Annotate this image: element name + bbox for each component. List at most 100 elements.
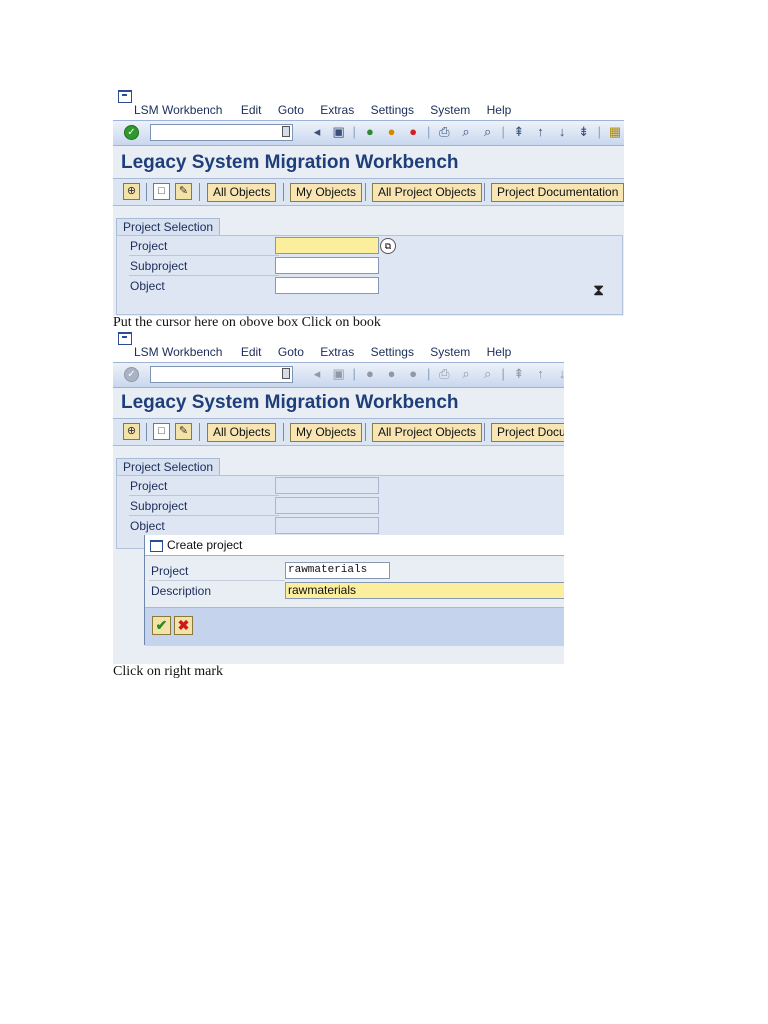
previous-page-icon[interactable]: ↑ — [533, 124, 549, 139]
last-page-icon[interactable]: ⇟ — [576, 124, 592, 140]
menu-extras[interactable]: Extras — [320, 103, 354, 117]
exit-icon: ● — [387, 366, 396, 381]
next-page-icon[interactable]: ↓ — [554, 124, 570, 139]
all-project-objects-button[interactable]: All Project Objects — [372, 423, 483, 442]
subproject-input[interactable] — [275, 257, 379, 274]
enter-checkmark-icon: ✓ — [124, 367, 139, 382]
all-objects-button[interactable]: All Objects — [207, 423, 277, 442]
dialog-project-input[interactable]: rawmaterials — [285, 562, 390, 579]
menu-lsm-workbench[interactable]: LSM Workbench — [134, 345, 222, 359]
create-session-icon[interactable]: ▦ — [607, 124, 623, 140]
standard-toolbar: ✓ ◂ ▣ | ● ● ● | ⎙ ⌕ ⌕ | ⇞ ↑ ↓ — [113, 362, 564, 388]
change-pencil-icon[interactable]: ✎ — [175, 183, 192, 200]
project-selection-frame: Project Subproject Object ⧉ — [116, 235, 623, 315]
toolbar-separator: | — [597, 124, 602, 139]
project-input[interactable] — [275, 237, 379, 254]
application-toolbar: ⊕ □ ✎ All Objects My Objects All Project… — [113, 418, 564, 446]
find-icon[interactable]: ⌕ — [458, 124, 474, 140]
back-icon[interactable]: ● — [362, 124, 378, 139]
menu-settings[interactable]: Settings — [371, 103, 414, 117]
command-field[interactable] — [150, 124, 293, 141]
find-next-icon[interactable]: ⌕ — [480, 124, 496, 140]
create-project-dialog: Create project Project Description rawma… — [144, 535, 564, 646]
menu-help[interactable]: Help — [487, 103, 512, 117]
print-icon[interactable]: ⎙ — [436, 124, 452, 140]
row-divider — [129, 515, 279, 516]
command-field — [150, 366, 293, 383]
create-document-icon[interactable]: □ — [153, 183, 170, 200]
hourglass-icon: ⧗ — [593, 282, 605, 299]
back-arrow-icon[interactable]: ◂ — [309, 124, 325, 140]
dialog-description-label: Description — [151, 584, 212, 598]
menu-system[interactable]: System — [430, 345, 470, 359]
menu-goto[interactable]: Goto — [278, 345, 304, 359]
separator — [365, 183, 366, 201]
next-page-icon: ↓ — [558, 366, 564, 381]
menu-system[interactable]: System — [430, 103, 470, 117]
search-help-book-icon[interactable]: ⧉ — [380, 238, 396, 254]
menu-bar: LSM Workbench Edit Goto Extras Settings … — [113, 88, 624, 120]
caption-second: Click on right mark — [113, 664, 224, 679]
separator — [199, 183, 200, 201]
all-project-objects-button[interactable]: All Project Objects — [372, 183, 483, 202]
caption-first: Put the cursor here on obove box Click o… — [113, 315, 381, 330]
screen-title: Legacy System Migration Workbench — [121, 152, 459, 173]
menu-settings[interactable]: Settings — [371, 345, 414, 359]
toolbar-separator: | — [427, 124, 431, 139]
menu-goto[interactable]: Goto — [278, 103, 304, 117]
menu-bar: LSM Workbench Edit Goto Extras Settings … — [113, 330, 564, 362]
change-pencil-icon[interactable]: ✎ — [175, 423, 192, 440]
cancel-icon[interactable]: ● — [405, 124, 421, 139]
project-documentation-button[interactable]: Project Docu — [491, 423, 564, 442]
object-label: Object — [130, 519, 165, 533]
my-objects-button[interactable]: My Objects — [290, 423, 363, 442]
save-icon[interactable]: ▣ — [331, 124, 347, 140]
project-documentation-button[interactable]: Project Documentation — [491, 183, 624, 202]
execute-icon[interactable]: ⊕ — [123, 183, 140, 200]
separator — [146, 423, 147, 441]
create-document-icon[interactable]: □ — [153, 423, 170, 440]
project-selection-frame-title: Project Selection — [116, 218, 221, 236]
back-arrow-icon: ◂ — [313, 366, 321, 381]
dialog-project-label: Project — [151, 564, 189, 578]
menu-lsm-workbench[interactable]: LSM Workbench — [134, 103, 222, 117]
command-dropdown-icon[interactable] — [282, 126, 290, 137]
separator — [199, 423, 200, 441]
all-objects-button[interactable]: All Objects — [207, 183, 277, 202]
object-input — [275, 517, 379, 534]
first-page-icon[interactable]: ⇞ — [511, 124, 527, 140]
project-label: Project — [130, 239, 168, 253]
separator — [484, 183, 485, 201]
exit-icon[interactable]: ● — [384, 124, 400, 139]
window-menu-icon[interactable] — [118, 90, 132, 103]
command-dropdown-icon — [282, 368, 290, 379]
row-divider — [129, 255, 279, 256]
window-menu-icon[interactable] — [118, 332, 132, 345]
cancel-x-icon[interactable]: ✖ — [174, 616, 193, 635]
dialog-title: Create project — [167, 538, 243, 552]
row-divider — [129, 275, 279, 276]
sap-screenshot-create-project: LSM Workbench Edit Goto Extras Settings … — [113, 330, 564, 664]
enter-checkmark-icon[interactable]: ✓ — [124, 125, 139, 140]
separator — [484, 423, 485, 441]
checkmark-icon[interactable]: ✔ — [152, 616, 171, 635]
object-input[interactable] — [275, 277, 379, 294]
menu-help[interactable]: Help — [487, 345, 512, 359]
dialog-description-input[interactable]: rawmaterials — [285, 582, 564, 599]
menu-edit[interactable]: Edit — [241, 103, 262, 117]
row-divider — [149, 580, 285, 581]
execute-icon[interactable]: ⊕ — [123, 423, 140, 440]
menu-edit[interactable]: Edit — [241, 345, 262, 359]
subproject-label: Subproject — [130, 499, 188, 513]
save-icon: ▣ — [332, 366, 345, 381]
my-objects-button[interactable]: My Objects — [290, 183, 363, 202]
toolbar-separator: | — [427, 366, 431, 381]
first-page-icon: ⇞ — [513, 366, 525, 381]
application-toolbar: ⊕ □ ✎ All Objects My Objects All Project… — [113, 178, 624, 206]
toolbar-separator: | — [352, 366, 356, 381]
menu-extras[interactable]: Extras — [320, 345, 354, 359]
subproject-input — [275, 497, 379, 514]
print-icon: ⎙ — [439, 366, 450, 381]
subproject-label: Subproject — [130, 259, 188, 273]
dialog-window-icon[interactable] — [150, 539, 163, 552]
